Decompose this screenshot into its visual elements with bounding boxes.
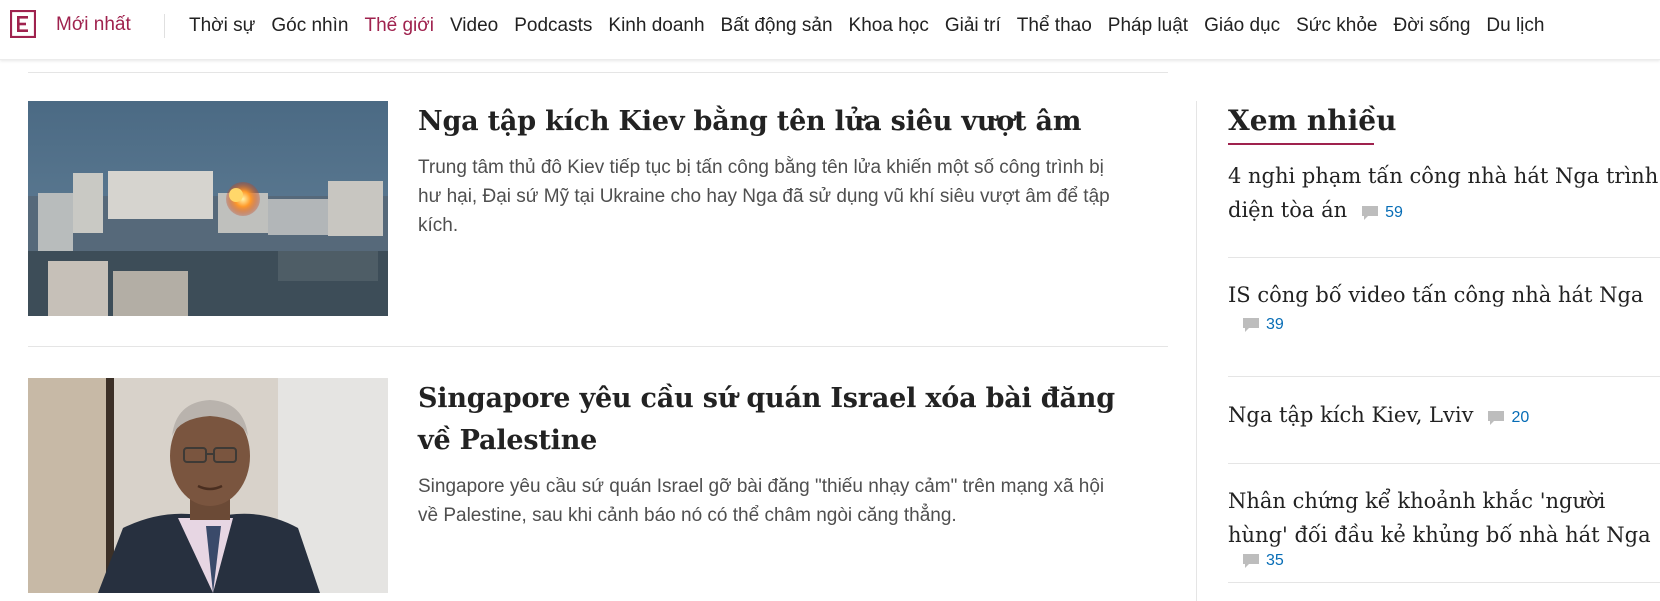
sidebar-divider — [1228, 257, 1660, 258]
article-description: Trung tâm thủ đô Kiev tiếp tục bị tấn cô… — [418, 157, 1110, 236]
nav-item-video[interactable]: Video — [450, 14, 498, 38]
column-divider — [1196, 101, 1197, 601]
comment-icon — [1488, 410, 1505, 425]
most-viewed-title[interactable]: IS công bố video tấn công nhà hát Nga — [1228, 283, 1643, 307]
nav-item-the-thao[interactable]: Thể thao — [1017, 14, 1092, 38]
site-logo-icon[interactable] — [10, 10, 36, 38]
nav-item-kinh-doanh[interactable]: Kinh doanh — [608, 14, 704, 38]
article-title[interactable]: Nga tập kích Kiev bằng tên lửa siêu vượt… — [418, 101, 1118, 143]
most-viewed-title[interactable]: 4 nghi phạm tấn công nhà hát Nga trình d… — [1228, 164, 1658, 222]
nav-separator — [164, 14, 165, 38]
explosion-over-city-image — [28, 101, 388, 316]
article-thumbnail[interactable] — [28, 378, 388, 593]
top-navigation-bar: Mới nhất Thời sự Góc nhìn Thế giới Video… — [0, 0, 1660, 60]
nav-item-the-gioi[interactable]: Thế giới — [364, 14, 434, 38]
nav-item-thoi-su[interactable]: Thời sự — [189, 14, 255, 38]
comment-icon — [1243, 554, 1259, 568]
comment-count: 39 — [1266, 316, 1284, 333]
article-thumbnail[interactable] — [28, 101, 388, 316]
comment-count-link[interactable]: 39 — [1242, 316, 1284, 334]
most-viewed-title[interactable]: Nhân chứng kể khoảnh khắc 'người hùng' đ… — [1228, 489, 1651, 547]
nav-item-giai-tri[interactable]: Giải trí — [945, 14, 1001, 38]
most-viewed-item: IS công bố video tấn công nhà hát Nga 39 — [1228, 278, 1660, 334]
content-top-rule — [28, 72, 1168, 73]
nav-item-du-lich[interactable]: Du lịch — [1486, 14, 1544, 38]
sidebar-divider — [1228, 582, 1660, 583]
nav-item-khoa-hoc[interactable]: Khoa học — [849, 14, 929, 38]
sidebar-divider — [1228, 376, 1660, 377]
comment-count: 35 — [1266, 552, 1284, 569]
nav-item-podcasts[interactable]: Podcasts — [514, 14, 592, 38]
nav-item-doi-song[interactable]: Đời sống — [1394, 14, 1471, 38]
most-viewed-item: 4 nghi phạm tấn công nhà hát Nga trình d… — [1228, 159, 1660, 227]
comment-count-link[interactable]: 59 — [1361, 204, 1403, 222]
sidebar-heading-underline — [1228, 143, 1374, 145]
category-nav: Thời sự Góc nhìn Thế giới Video Podcasts… — [189, 14, 1560, 38]
comment-count-link[interactable]: 20 — [1487, 409, 1529, 427]
comment-count: 59 — [1385, 203, 1403, 221]
comment-icon — [1243, 318, 1259, 332]
nav-item-goc-nhin[interactable]: Góc nhìn — [271, 14, 348, 38]
nav-item-phap-luat[interactable]: Pháp luật — [1108, 14, 1188, 38]
nav-item-giao-duc[interactable]: Giáo dục — [1204, 14, 1280, 38]
man-in-suit-image — [28, 378, 388, 593]
nav-item-suc-khoe[interactable]: Sức khỏe — [1296, 14, 1377, 38]
nav-item-bat-dong-san[interactable]: Bất động sản — [721, 14, 833, 38]
sidebar-divider — [1228, 463, 1660, 464]
article-title[interactable]: Singapore yêu cầu sứ quán Israel xóa bài… — [418, 378, 1118, 462]
sidebar-heading: Xem nhiều — [1228, 104, 1397, 137]
comment-count-link[interactable]: 35 — [1242, 552, 1284, 570]
nav-latest-link[interactable]: Mới nhất — [56, 14, 131, 36]
most-viewed-item: Nga tập kích Kiev, Lviv 20 — [1228, 398, 1660, 432]
comment-icon — [1362, 205, 1379, 220]
most-viewed-item: Nhân chứng kể khoảnh khắc 'người hùng' đ… — [1228, 484, 1660, 570]
article-description: Singapore yêu cầu sứ quán Israel gỡ bài … — [418, 476, 1105, 526]
comment-count: 20 — [1511, 408, 1530, 426]
most-viewed-title[interactable]: Nga tập kích Kiev, Lviv — [1228, 403, 1473, 427]
article-divider — [28, 346, 1168, 347]
